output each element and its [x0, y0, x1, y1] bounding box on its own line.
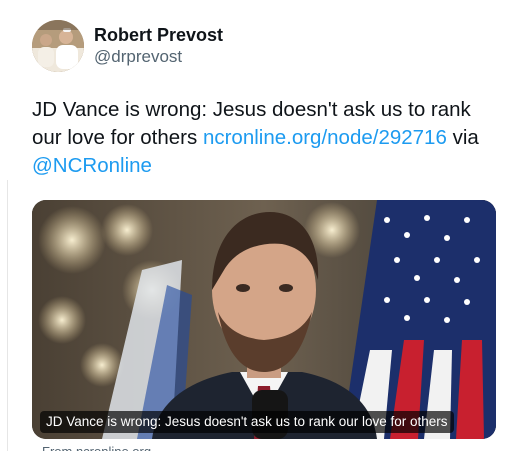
- avatar-photo: [32, 20, 84, 72]
- divider: [7, 180, 8, 451]
- card-source[interactable]: From ncronline.org: [42, 445, 151, 451]
- tweet-text: JD Vance is wrong: Jesus doesn't ask us …: [32, 96, 482, 180]
- author-handle[interactable]: @drprevost: [94, 46, 223, 68]
- author-name[interactable]: Robert Prevost: [94, 24, 223, 46]
- mention-link[interactable]: @NCRonline: [32, 154, 152, 177]
- via-label: via: [452, 126, 479, 149]
- avatar[interactable]: [32, 20, 84, 72]
- link-card[interactable]: JD Vance is wrong: Jesus doesn't ask us …: [32, 200, 496, 439]
- tweet: Robert Prevost @drprevost JD Vance is wr…: [0, 0, 506, 451]
- card-image: [32, 200, 496, 439]
- card-caption: JD Vance is wrong: Jesus doesn't ask us …: [40, 411, 454, 433]
- author-info: Robert Prevost @drprevost: [94, 24, 223, 68]
- article-link[interactable]: ncronline.org/node/292716: [203, 126, 447, 149]
